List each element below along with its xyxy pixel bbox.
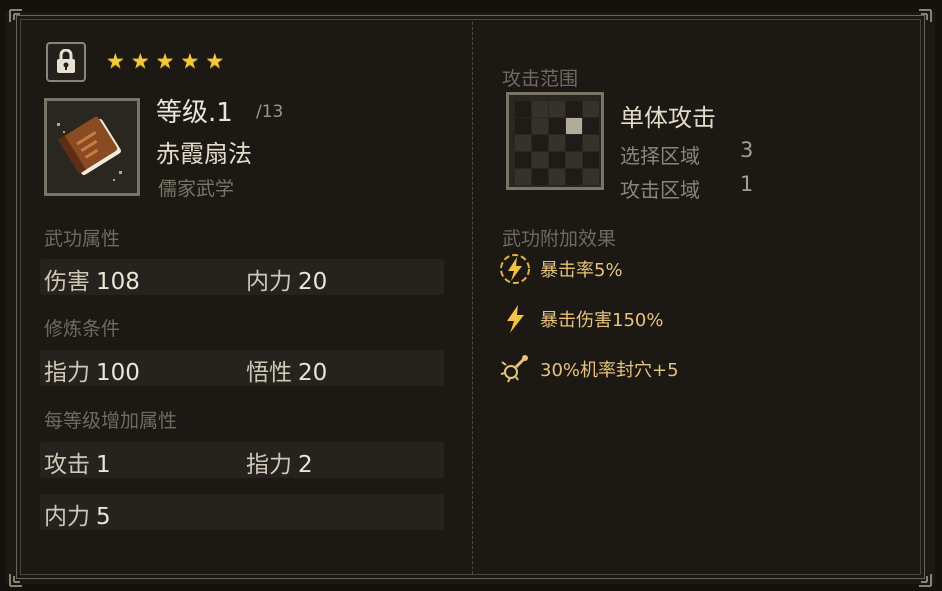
- effect-text: 30%机率封穴+5: [540, 360, 679, 381]
- range-cell: [566, 152, 582, 168]
- stat-key: 悟性: [246, 360, 292, 386]
- stat-key: 攻击: [44, 452, 90, 478]
- range-cell: [566, 135, 582, 151]
- star-icon: ★: [155, 49, 175, 73]
- select-area-label: 选择区域: [620, 144, 700, 168]
- stat-value: 108: [96, 269, 140, 295]
- attack-range-label: 攻击范围: [502, 68, 579, 90]
- per-level-label: 每等级增加属性: [44, 410, 178, 432]
- stat-value: 2: [298, 452, 313, 478]
- skill-level-max: /13: [256, 102, 284, 122]
- skill-name: 赤霞扇法: [156, 140, 252, 168]
- attack-area-label: 攻击区域: [620, 178, 700, 202]
- range-cell: [566, 169, 582, 185]
- range-cell: [515, 135, 531, 151]
- stat-key: 内力: [246, 269, 292, 295]
- select-area-value: 3: [740, 138, 754, 162]
- stat-key: 指力: [246, 452, 292, 478]
- range-cell-target: [566, 118, 582, 134]
- range-cell: [549, 169, 565, 185]
- range-cell: [583, 118, 599, 134]
- corner-ornament-icon: [919, 9, 932, 22]
- lock-button[interactable]: [46, 42, 86, 82]
- range-cell: [583, 101, 599, 117]
- range-cell: [583, 135, 599, 151]
- effect-text: 暴击率5%: [540, 260, 623, 281]
- effects-label: 武功附加效果: [502, 228, 617, 250]
- range-cell: [532, 169, 548, 185]
- skill-school: 儒家武学: [158, 178, 235, 200]
- range-cell: [583, 169, 599, 185]
- range-cell: [566, 101, 582, 117]
- stat-value: 1: [96, 452, 111, 478]
- attack-area-value: 1: [740, 172, 754, 196]
- star-icon: ★: [106, 49, 125, 73]
- range-cell: [532, 152, 548, 168]
- req-comprehension: 悟性 20: [246, 353, 327, 387]
- star-icon: ★: [130, 49, 150, 73]
- stat-key: 内力: [44, 504, 90, 530]
- stat-value: 5: [96, 504, 111, 530]
- skill-detail-panel: ★ ★ ★ ★ ★ 等级.1 /13 赤霞扇法 儒家武学 武功属性 伤害108: [6, 9, 935, 587]
- skill-level: 等级.1: [156, 98, 233, 128]
- per-level-internal-power: 内力 5: [44, 497, 111, 531]
- range-cell: [515, 169, 531, 185]
- effect-item: 30%机率封穴+5: [498, 352, 679, 386]
- per-level-attack: 攻击 1: [44, 445, 111, 479]
- stat-internal-power: 内力 20: [246, 262, 327, 296]
- star-rating: ★ ★ ★ ★ ★: [106, 50, 224, 72]
- column-divider: [472, 22, 473, 574]
- req-finger-power: 指力 100: [44, 353, 140, 387]
- effect-text: 暴击伤害150%: [540, 310, 664, 331]
- corner-ornament-icon: [919, 574, 932, 587]
- effect-item: 暴击伤害150%: [498, 302, 663, 336]
- star-icon: ★: [180, 49, 200, 73]
- book-icon: [57, 116, 122, 181]
- stat-value: 20: [298, 269, 328, 295]
- stat-key: 指力: [44, 360, 90, 386]
- range-grid-cells: [515, 101, 599, 185]
- range-cell: [532, 101, 548, 117]
- attack-type: 单体攻击: [620, 104, 716, 132]
- corner-ornament-icon: [9, 9, 22, 22]
- range-cell: [515, 101, 531, 117]
- lightning-circle-icon: [498, 252, 532, 286]
- range-cell: [583, 152, 599, 168]
- skill-item-slot[interactable]: [44, 98, 140, 196]
- range-cell: [549, 135, 565, 151]
- effect-item: 暴击率5%: [498, 252, 623, 286]
- range-cell: [549, 152, 565, 168]
- range-cell: [532, 118, 548, 134]
- corner-ornament-icon: [9, 574, 22, 587]
- requirements-label: 修炼条件: [44, 318, 121, 340]
- stat-value: 100: [96, 360, 140, 386]
- lightning-icon: [498, 302, 532, 336]
- range-cell: [515, 118, 531, 134]
- range-cell: [549, 101, 565, 117]
- range-cell: [532, 135, 548, 151]
- lock-icon: [57, 49, 75, 73]
- range-cell: [549, 118, 565, 134]
- attributes-label: 武功属性: [44, 228, 121, 250]
- range-cell: [515, 152, 531, 168]
- stat-key: 伤害: [44, 269, 90, 295]
- acupoint-seal-icon: [498, 352, 532, 386]
- stat-value: 20: [298, 360, 328, 386]
- star-icon: ★: [205, 49, 225, 73]
- attack-range-grid: [506, 92, 604, 190]
- per-level-finger-power: 指力 2: [246, 445, 313, 479]
- stat-damage: 伤害 108: [44, 262, 140, 296]
